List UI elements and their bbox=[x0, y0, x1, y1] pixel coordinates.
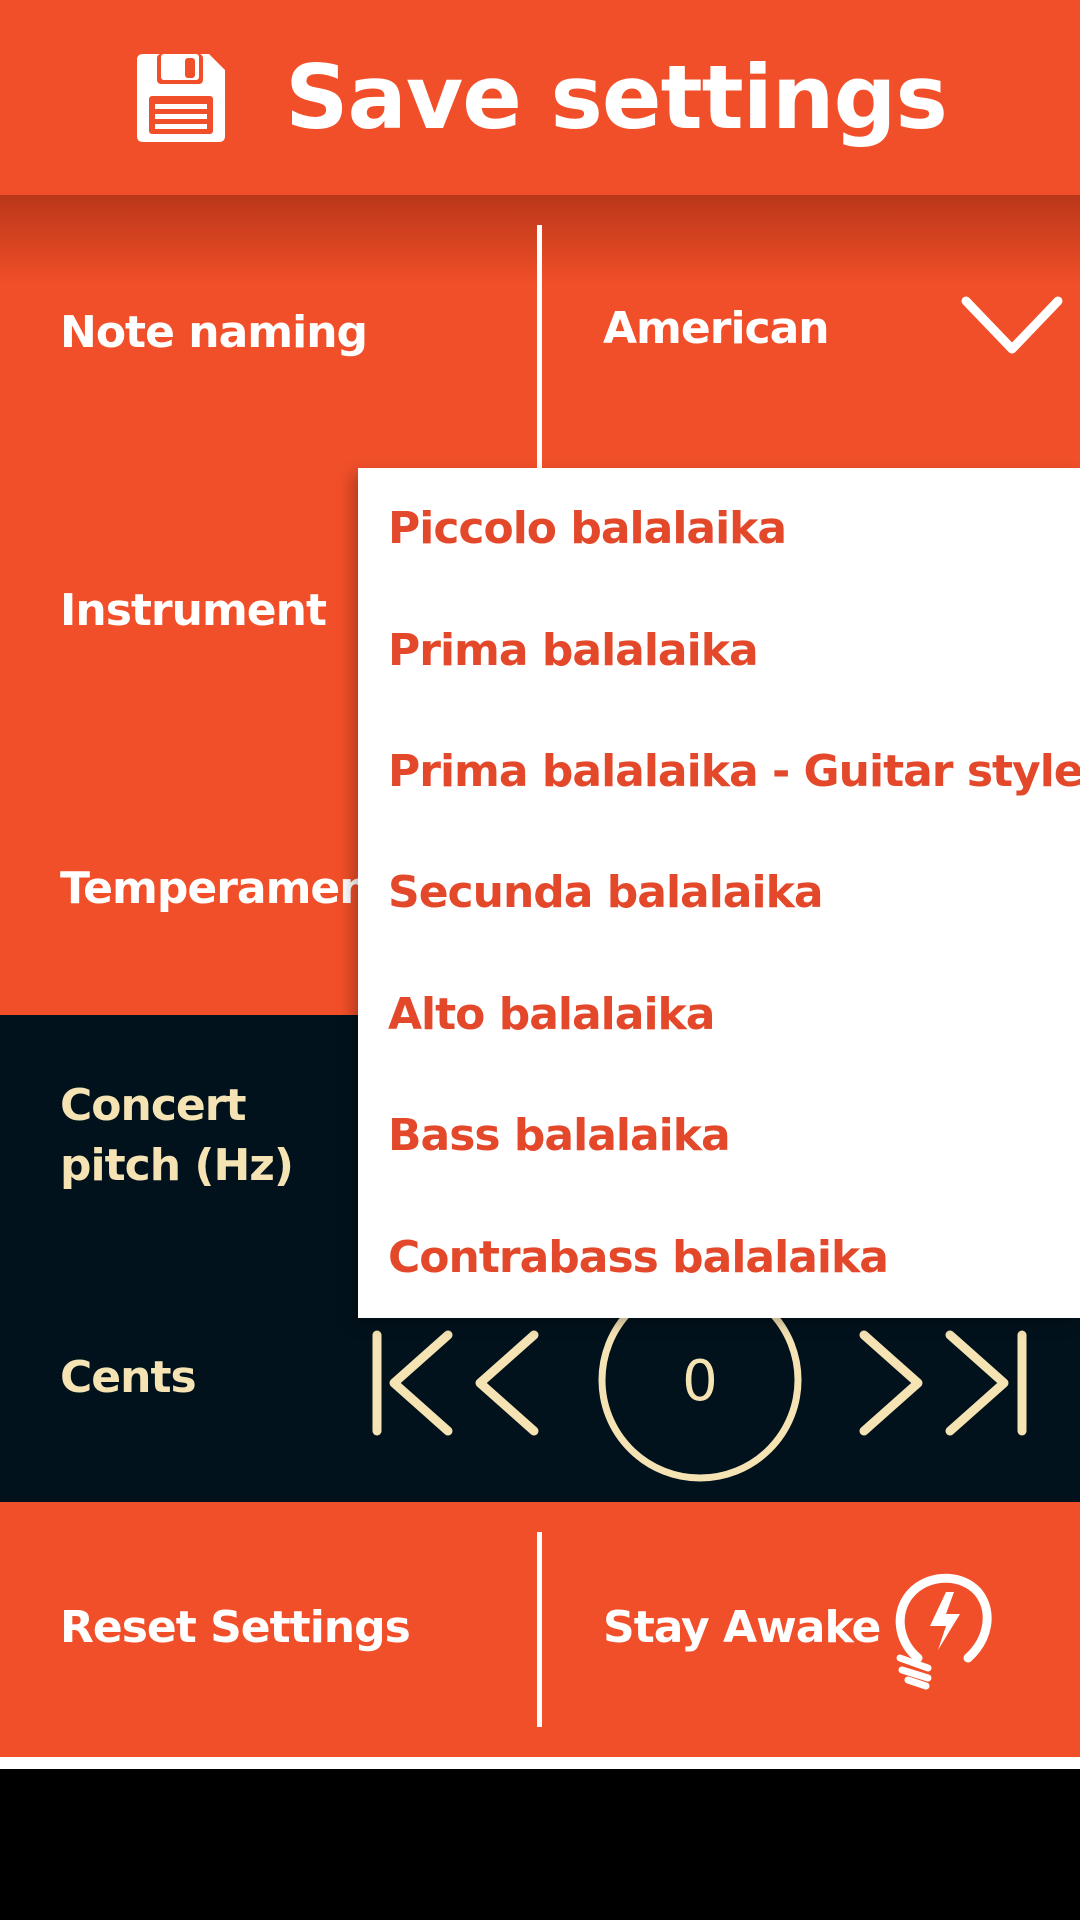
menu-item-bass[interactable]: Bass balalaika bbox=[358, 1075, 1080, 1196]
stay-awake-button[interactable]: Stay Awake bbox=[603, 1602, 881, 1653]
floppy-disk-icon bbox=[137, 53, 226, 142]
step-back-icon[interactable] bbox=[475, 1330, 539, 1436]
divider bbox=[537, 1532, 542, 1727]
menu-item-prima-guitar[interactable]: Prima balalaika - Guitar style bbox=[358, 711, 1080, 832]
menu-item-piccolo[interactable]: Piccolo balalaika bbox=[358, 468, 1080, 589]
concert-pitch-label: Concert pitch (Hz) bbox=[60, 1080, 294, 1191]
lightbulb-bolt-icon[interactable] bbox=[888, 1570, 998, 1690]
cents-value: 0 bbox=[682, 1349, 718, 1414]
cents-controls: 0 bbox=[372, 1305, 1027, 1482]
temperament-label: Temperament bbox=[60, 863, 391, 914]
step-forward-icon[interactable] bbox=[859, 1330, 923, 1436]
cents-label: Cents bbox=[60, 1352, 197, 1403]
navigation-bar-area bbox=[0, 1769, 1080, 1920]
save-settings-header[interactable]: Save settings bbox=[0, 0, 1080, 195]
reset-settings-button[interactable]: Reset Settings bbox=[60, 1602, 411, 1653]
page-title: Save settings bbox=[285, 46, 948, 149]
note-naming-label: Note naming bbox=[60, 307, 368, 358]
cents-dial[interactable]: 0 bbox=[598, 1305, 802, 1482]
note-naming-value[interactable]: American bbox=[603, 303, 830, 354]
bottom-divider bbox=[0, 1757, 1080, 1769]
skip-back-icon[interactable] bbox=[372, 1330, 453, 1436]
instrument-label: Instrument bbox=[60, 585, 327, 636]
menu-item-alto[interactable]: Alto balalaika bbox=[358, 954, 1080, 1075]
footer-bar: Reset Settings Stay Awake bbox=[0, 1502, 1080, 1757]
menu-item-contrabass[interactable]: Contrabass balalaika bbox=[358, 1196, 1080, 1317]
divider bbox=[537, 225, 542, 485]
skip-forward-icon[interactable] bbox=[945, 1330, 1027, 1436]
chevron-down-icon[interactable] bbox=[960, 295, 1064, 357]
instrument-dropdown-menu: Piccolo balalaika Prima balalaika Prima … bbox=[358, 468, 1080, 1318]
menu-item-secunda[interactable]: Secunda balalaika bbox=[358, 832, 1080, 953]
menu-item-prima[interactable]: Prima balalaika bbox=[358, 589, 1080, 710]
